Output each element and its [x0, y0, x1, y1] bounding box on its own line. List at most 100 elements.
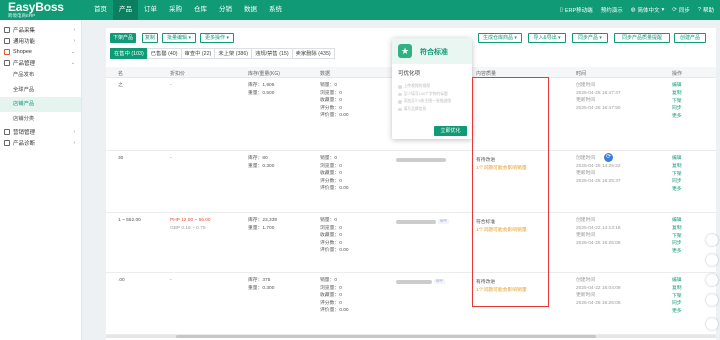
- popover-subtitle: 可优化项: [398, 71, 421, 77]
- sync-link[interactable]: 同步: [672, 300, 682, 308]
- row-actions: 编辑 复制 下架 同步 更多: [672, 155, 682, 194]
- import-export-button[interactable]: 导入&导出 ▾: [528, 33, 566, 43]
- service-icon[interactable]: [706, 274, 718, 286]
- sync-circle-icon[interactable]: ⟳: [604, 153, 613, 162]
- optimization-list: 上传视频的视频 至少填写100个字符的标题 添加至少5张主图一张描述图 填写品牌…: [398, 83, 470, 113]
- nav-purchase[interactable]: 采购: [163, 0, 188, 20]
- back-top-icon[interactable]: [706, 318, 718, 330]
- sync-product-button[interactable]: 同步产品 ▾: [572, 33, 608, 43]
- nav-data[interactable]: 数据: [238, 0, 263, 20]
- delist-link[interactable]: 下架: [672, 98, 682, 106]
- delist-link[interactable]: 下架: [672, 171, 682, 179]
- product-price-range: 1 ~ 552.00: [118, 218, 141, 223]
- delist-link[interactable]: 下架: [672, 233, 682, 241]
- tab-sold-out[interactable]: 已售罄 (40): [146, 48, 182, 59]
- sidebar-collapse-handle[interactable]: [82, 20, 104, 340]
- time-block: 创建时间 2025-04-25 16:47:47 更新时间 2025-04-25 16…: [576, 83, 621, 111]
- tab-on-sale[interactable]: 在售中 (103): [110, 48, 148, 59]
- nav-orders[interactable]: 订单: [138, 0, 163, 20]
- copy-link[interactable]: 复制: [672, 225, 682, 233]
- more-link[interactable]: 更多: [672, 248, 682, 256]
- logo[interactable]: EasyBoss 跨境电商ERP: [8, 1, 64, 18]
- horizontal-scrollbar[interactable]: [106, 335, 716, 338]
- sidebar-group-diagnosis[interactable]: 产品诊断 ›: [0, 137, 81, 148]
- sync-link[interactable]: 同步: [672, 105, 682, 113]
- product-name[interactable]: 之: [118, 82, 123, 90]
- edit-link[interactable]: 编辑: [672, 277, 682, 285]
- sidebar-item-publish[interactable]: 产品发布: [0, 68, 81, 83]
- tab-deleted[interactable]: 卖家删除 (435): [291, 48, 335, 59]
- col-discount: 折扣价: [170, 71, 186, 77]
- main-nav: 首页 产品 订单 采购 仓库 分销 数据 系统: [88, 0, 288, 20]
- col-name: 名: [118, 71, 124, 77]
- top-nav-bar: EasyBoss 跨境电商ERP 首页 产品 订单 采购 仓库 分销 数据 系统…: [0, 0, 720, 20]
- more-link[interactable]: 更多: [672, 186, 682, 194]
- product-name[interactable]: 30: [118, 155, 123, 163]
- sync-quality-button[interactable]: 同步产品质量提醒: [614, 33, 670, 43]
- sidebar: 产品采集 › 通用功能 › Shopee ⌄ 产品管理 ⌄ 产品发布 全球产品 店铺产品…: [0, 20, 82, 340]
- nav-distribution[interactable]: 分销: [213, 0, 238, 20]
- generate-warehouse-button[interactable]: 生成仓库商品 ▾: [478, 33, 522, 43]
- help-float-icon[interactable]: [706, 254, 718, 266]
- erp-mobile-link[interactable]: ▯ ERP移动端: [560, 6, 593, 14]
- optimize-now-button[interactable]: 立即优化: [434, 126, 467, 136]
- chevron-right-icon: ›: [73, 139, 75, 146]
- data-block: 销量：0 浏览量：0 收藏量：0 评分数：0 评价量：0.00: [320, 278, 349, 313]
- edit-link[interactable]: 编辑: [672, 82, 682, 90]
- row-actions: 编辑 复制 下架 同步 更多: [672, 82, 682, 121]
- help-button[interactable]: ? 帮助: [698, 6, 714, 14]
- tab-violation[interactable]: 违规/禁售 (15): [251, 48, 293, 59]
- more-link[interactable]: 更多: [672, 113, 682, 121]
- copy-button[interactable]: 复制: [142, 33, 158, 43]
- popover-title: 符合标准: [420, 49, 448, 56]
- create-product-button[interactable]: 创建产品: [674, 33, 706, 43]
- nav-products[interactable]: 产品: [113, 0, 138, 20]
- nav-warehouse[interactable]: 仓库: [188, 0, 213, 20]
- globe-icon: ◍: [630, 7, 636, 13]
- data-block: 销量：0 浏览量：0 收藏量：0 评分数：0 评价量：0.00: [320, 83, 349, 118]
- copy-link[interactable]: 复制: [672, 163, 682, 171]
- status-tabs: 在售中 (103) 已售罄 (40) 审查中 (22) 未上架 (386) 违规…: [110, 48, 335, 59]
- bulk-edit-button[interactable]: 批量编辑 ▾: [162, 33, 196, 43]
- more-link[interactable]: 更多: [672, 308, 682, 316]
- logo-text: EasyBoss: [8, 0, 64, 14]
- tab-unlisted[interactable]: 未上架 (386): [214, 48, 253, 59]
- tab-reviewing[interactable]: 审查中 (22): [180, 48, 216, 59]
- delist-link[interactable]: 下架: [672, 293, 682, 301]
- sidebar-group-collect[interactable]: 产品采集 ›: [0, 24, 81, 35]
- copy-link[interactable]: 复制: [672, 285, 682, 293]
- scroll-thumb[interactable]: [176, 335, 596, 338]
- time-block: 创建时间 2025-04-22 14:13:18 更新时间 2025-04-25 16…: [576, 218, 621, 246]
- sidebar-group-product-mgmt[interactable]: 产品管理 ⌄: [0, 57, 81, 68]
- edit-link[interactable]: 编辑: [672, 217, 682, 225]
- nav-system[interactable]: 系统: [263, 0, 288, 20]
- sync-link[interactable]: 同步: [672, 178, 682, 186]
- edit-link[interactable]: 编辑: [672, 155, 682, 163]
- more-actions-button[interactable]: 更多操作 ▾: [200, 33, 234, 43]
- data-block: 销量：0 浏览量：0 收藏量：0 评分数：0 评价量：0.00: [320, 156, 349, 191]
- chevron-down-icon: ▾: [226, 35, 229, 41]
- delist-button[interactable]: 下架产品: [110, 33, 136, 43]
- shopee-icon: [4, 48, 10, 55]
- language-selector[interactable]: ◍ 简体中文 ▾: [631, 6, 665, 14]
- chat-icon[interactable]: [706, 234, 718, 246]
- promo-link[interactable]: 预约演示: [601, 6, 623, 14]
- box-icon: [4, 59, 10, 66]
- sidebar-group-shopee[interactable]: Shopee ⌄: [0, 46, 81, 57]
- sidebar-group-marketing[interactable]: 营销管理 ›: [0, 126, 81, 137]
- sidebar-item-shop-category[interactable]: 店铺分类: [0, 112, 81, 127]
- discount-price: -: [170, 278, 172, 283]
- nav-home[interactable]: 首页: [88, 0, 113, 20]
- col-actions: 操作: [672, 71, 683, 77]
- sidebar-item-global[interactable]: 全球产品: [0, 83, 81, 98]
- sku-tag: SPF: [434, 279, 445, 284]
- feedback-icon[interactable]: [706, 294, 718, 306]
- sync-link[interactable]: 同步: [672, 240, 682, 248]
- discount-price: PHP 12.00 ~ 56.00 GBP 0.16 ~ 0.75: [170, 218, 211, 231]
- copy-link[interactable]: 复制: [672, 90, 682, 98]
- bullet-icon: [398, 85, 402, 89]
- sku-blur: SPF: [396, 279, 445, 287]
- sidebar-group-common[interactable]: 通用功能 ›: [0, 35, 81, 46]
- sync-button[interactable]: ⟳ 同步: [672, 6, 690, 14]
- sidebar-item-shop-products[interactable]: 店铺产品: [0, 97, 81, 112]
